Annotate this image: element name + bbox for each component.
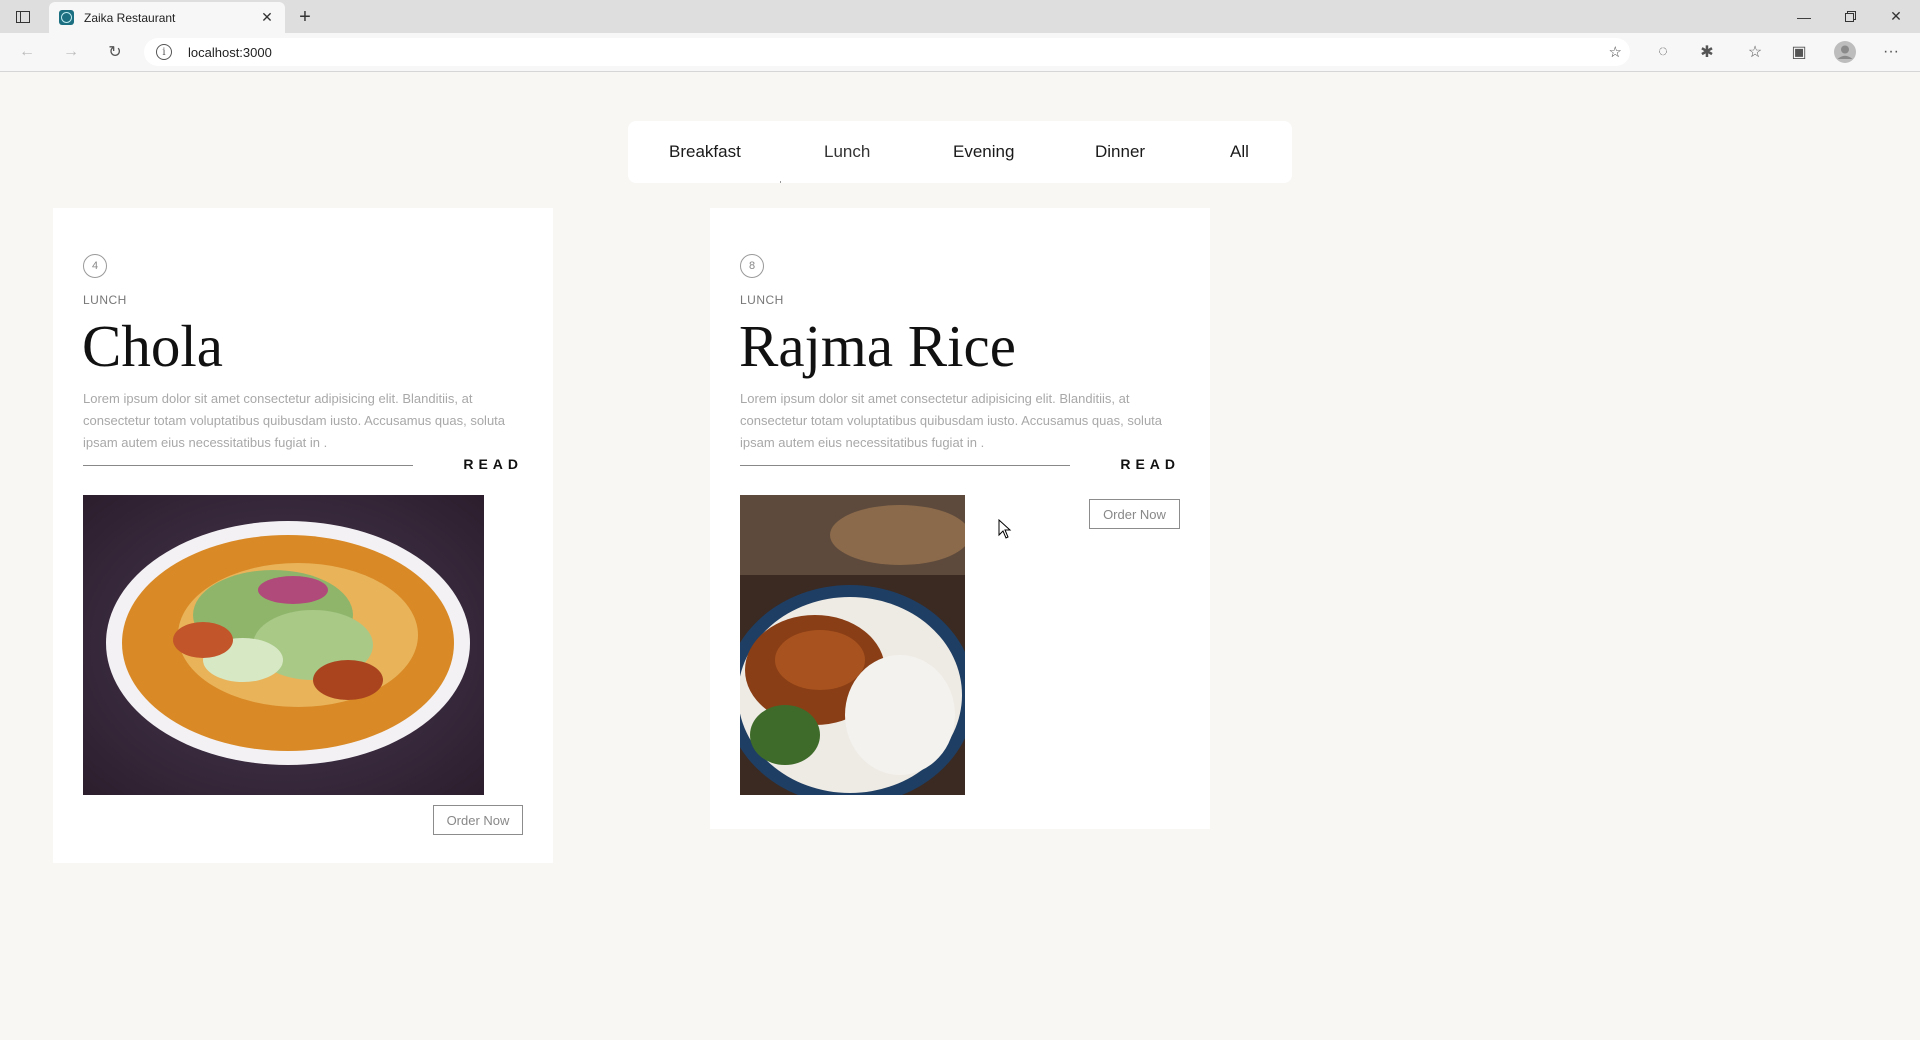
tab-all[interactable]: All <box>1230 142 1249 162</box>
read-link[interactable]: READ <box>1120 456 1180 472</box>
tab-close-icon[interactable]: ✕ <box>257 8 277 28</box>
rajma-rice-dish-image <box>740 495 965 795</box>
close-window-icon[interactable]: ✕ <box>1873 0 1919 33</box>
divider <box>740 465 1070 466</box>
item-category: LUNCH <box>740 293 784 307</box>
new-tab-icon[interactable]: + <box>292 5 318 29</box>
mouse-cursor-icon <box>998 518 1012 544</box>
item-title: Rajma Rice <box>739 313 1016 379</box>
address-bar[interactable]: i localhost:3000 ☆ <box>144 38 1630 66</box>
tab-actions-icon[interactable] <box>0 0 46 33</box>
tab-evening[interactable]: Evening <box>953 142 1014 162</box>
tab-dinner[interactable]: Dinner <box>1095 142 1145 162</box>
restore-icon[interactable] <box>1827 0 1873 33</box>
more-options-icon[interactable]: ··· <box>1878 40 1904 64</box>
chola-dish-image <box>83 495 484 795</box>
minimize-icon[interactable]: — <box>1781 0 1827 33</box>
menu-card: 8 LUNCH Rajma Rice Lorem ipsum dolor sit… <box>710 208 1210 829</box>
forward-icon[interactable]: → <box>58 40 84 64</box>
refresh-icon[interactable]: ↻ <box>102 40 128 64</box>
favorites-icon[interactable]: ☆ <box>1742 40 1768 64</box>
item-number-badge: 4 <box>83 254 107 278</box>
order-now-button[interactable]: Order Now <box>1089 499 1180 529</box>
browser-tab[interactable]: Zaika Restaurant ✕ <box>49 2 285 33</box>
react-favicon-icon <box>59 10 74 25</box>
extensions-puzzle-icon[interactable]: ✱ <box>1694 40 1720 64</box>
menu-category-tabs: Breakfast Lunch Evening Dinner All <box>628 121 1292 183</box>
active-tab-indicator <box>780 181 781 183</box>
profile-avatar-icon[interactable] <box>1832 40 1858 64</box>
collections-icon[interactable]: ▣ <box>1786 40 1812 64</box>
back-icon[interactable]: ← <box>14 40 40 64</box>
item-description: Lorem ipsum dolor sit amet consectetur a… <box>83 391 506 450</box>
browser-tab-strip: Zaika Restaurant ✕ + — ✕ <box>0 0 1920 33</box>
order-now-button[interactable]: Order Now <box>433 805 523 835</box>
browser-toolbar: ← → ↻ i localhost:3000 ☆ ◌ ✱ ☆ ▣ ··· <box>0 33 1920 72</box>
item-title: Chola <box>82 313 223 379</box>
divider <box>83 465 413 466</box>
read-link[interactable]: READ <box>463 456 523 472</box>
extension-icon[interactable]: ◌ <box>1650 40 1676 64</box>
tab-breakfast[interactable]: Breakfast <box>669 142 741 162</box>
menu-card: 4 LUNCH Chola Lorem ipsum dolor sit amet… <box>53 208 553 863</box>
tab-lunch[interactable]: Lunch <box>824 142 870 162</box>
add-favorite-icon[interactable]: ☆ <box>1609 43 1622 61</box>
item-number-badge: 8 <box>740 254 764 278</box>
tab-title: Zaika Restaurant <box>84 10 176 25</box>
url-text: localhost:3000 <box>188 44 272 60</box>
item-category: LUNCH <box>83 293 127 307</box>
site-info-icon[interactable]: i <box>156 44 172 60</box>
item-description: Lorem ipsum dolor sit amet consectetur a… <box>740 391 1163 450</box>
